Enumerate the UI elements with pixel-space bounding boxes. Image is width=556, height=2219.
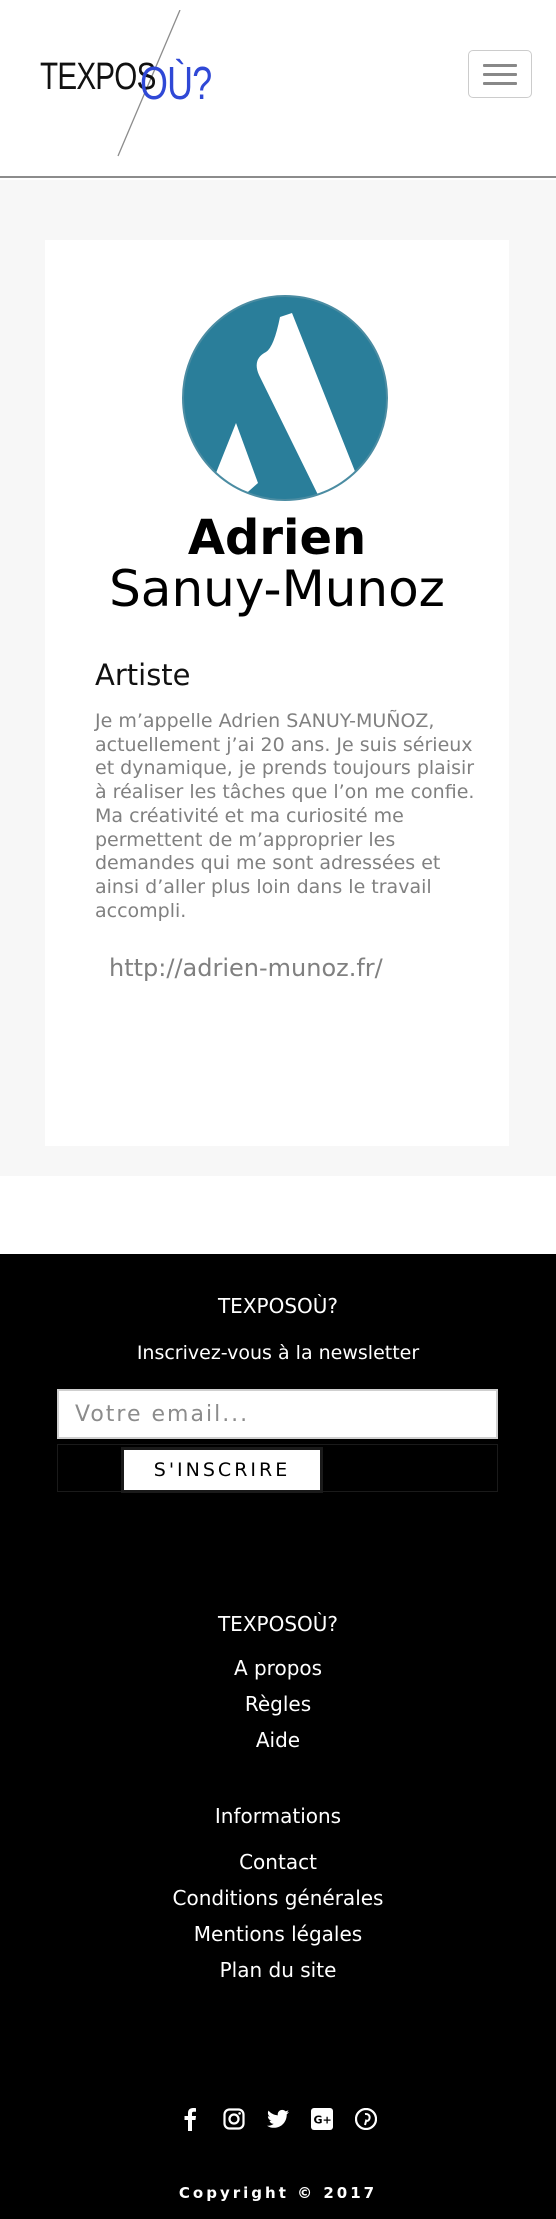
artist-role: Artiste (95, 658, 191, 692)
email-input[interactable] (59, 1391, 496, 1437)
artist-bio: Je m’appelle Adrien SANUY-MUÑOZ, actuell… (95, 710, 475, 922)
site-footer: TEXPOSOÙ? Inscrivez-vous à la newsletter… (0, 1254, 556, 2219)
avatar-a-logo-icon (216, 313, 366, 499)
footer-link-aide[interactable]: Aide (0, 1728, 556, 1752)
google-plus-icon[interactable]: G+ (311, 2108, 333, 2130)
instagram-icon[interactable] (223, 2108, 245, 2130)
artist-first-name: Adrien (187, 510, 367, 566)
footer-link-contact[interactable]: Contact (0, 1850, 556, 1874)
artist-profile-card: Adrien Sanuy-Munoz Artiste Je m’appelle … (45, 240, 509, 1146)
copyright-text: Copyright © 2017 (178, 2184, 378, 2202)
footer-link-a-propos[interactable]: A propos (0, 1656, 556, 1680)
hamburger-icon-bar (483, 81, 517, 85)
subscribe-button[interactable]: S'INSCRIRE (121, 1447, 323, 1493)
artist-website-link[interactable]: http://adrien-munoz.fr/ (109, 954, 383, 982)
site-header: TEXPOS OÙ? (0, 0, 556, 178)
menu-toggle-button[interactable] (468, 50, 532, 98)
pinterest-icon[interactable] (355, 2108, 377, 2130)
twitter-icon[interactable] (267, 2108, 289, 2130)
footer-link-conditions[interactable]: Conditions générales (0, 1886, 556, 1910)
footer-link-mentions[interactable]: Mentions légales (0, 1922, 556, 1946)
hamburger-icon-bar (483, 72, 517, 76)
svg-text:G+: G+ (314, 2114, 332, 2127)
facebook-icon[interactable] (179, 2108, 201, 2131)
newsletter-title: Inscrivez-vous à la newsletter (136, 1342, 420, 1364)
footer-brand-secondary: TEXPOSOÙ? (217, 1612, 339, 1636)
footer-link-regles[interactable]: Règles (0, 1692, 556, 1716)
logo-text-texpos: TEXPOS (40, 56, 156, 98)
footer-informations-title: Informations (214, 1804, 342, 1828)
footer-brand: TEXPOSOÙ? (217, 1294, 339, 1318)
main-content: Adrien Sanuy-Munoz Artiste Je m’appelle … (0, 180, 556, 1176)
hamburger-icon-bar (483, 63, 517, 67)
artist-avatar (182, 295, 388, 501)
newsletter-email-field[interactable] (57, 1389, 498, 1439)
footer-link-plan[interactable]: Plan du site (0, 1958, 556, 1982)
site-logo[interactable]: TEXPOS OÙ? (40, 10, 220, 160)
logo-text-ou: OÙ? (140, 57, 212, 109)
social-links: G+ (0, 2108, 556, 2131)
artist-last-name: Sanuy-Munoz (109, 560, 445, 618)
